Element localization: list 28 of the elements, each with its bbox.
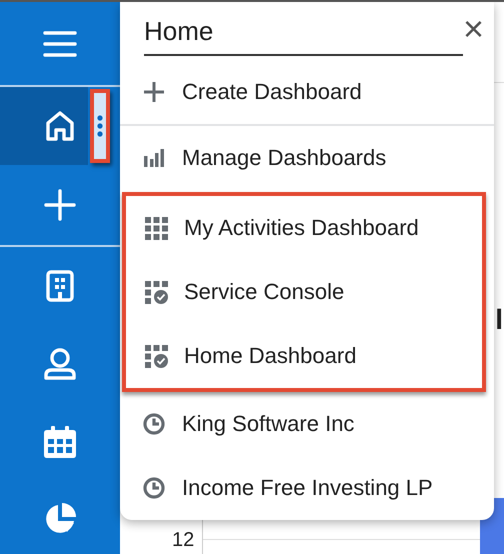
vertical-dots-icon bbox=[97, 115, 103, 137]
menu-item[interactable]: Home Dashboard bbox=[126, 324, 482, 388]
grid-check-icon bbox=[144, 280, 168, 304]
clock-icon bbox=[143, 477, 165, 499]
grid-check-icon bbox=[144, 344, 168, 368]
options-handle[interactable] bbox=[90, 89, 110, 163]
person-icon bbox=[43, 347, 77, 381]
sidebar-item[interactable] bbox=[0, 87, 88, 165]
menu-item[interactable]: Income Free Investing LP bbox=[120, 456, 494, 520]
close-button[interactable]: × bbox=[462, 14, 484, 44]
heading-text: l bbox=[495, 305, 503, 335]
menu-item[interactable]: Manage Dashboards bbox=[120, 126, 494, 190]
menu-title: Home bbox=[144, 16, 463, 56]
calendar-icon bbox=[43, 425, 77, 459]
menu-item[interactable]: Service Console bbox=[126, 260, 482, 324]
home-icon bbox=[45, 110, 75, 142]
pie-chart-icon bbox=[43, 502, 77, 536]
clock-icon bbox=[143, 413, 165, 435]
plus-icon bbox=[44, 189, 76, 221]
grid-icon bbox=[144, 216, 168, 240]
bar-chart-icon bbox=[143, 149, 165, 167]
menu-item[interactable]: Create Dashboard bbox=[120, 60, 494, 124]
plus-icon bbox=[143, 81, 165, 103]
menu-item[interactable]: My Activities Dashboard bbox=[126, 196, 482, 260]
menu-icon bbox=[43, 30, 77, 58]
axis-label: 12 bbox=[172, 529, 194, 552]
menu-item[interactable]: King Software Inc bbox=[120, 392, 494, 456]
building-icon bbox=[46, 270, 74, 302]
